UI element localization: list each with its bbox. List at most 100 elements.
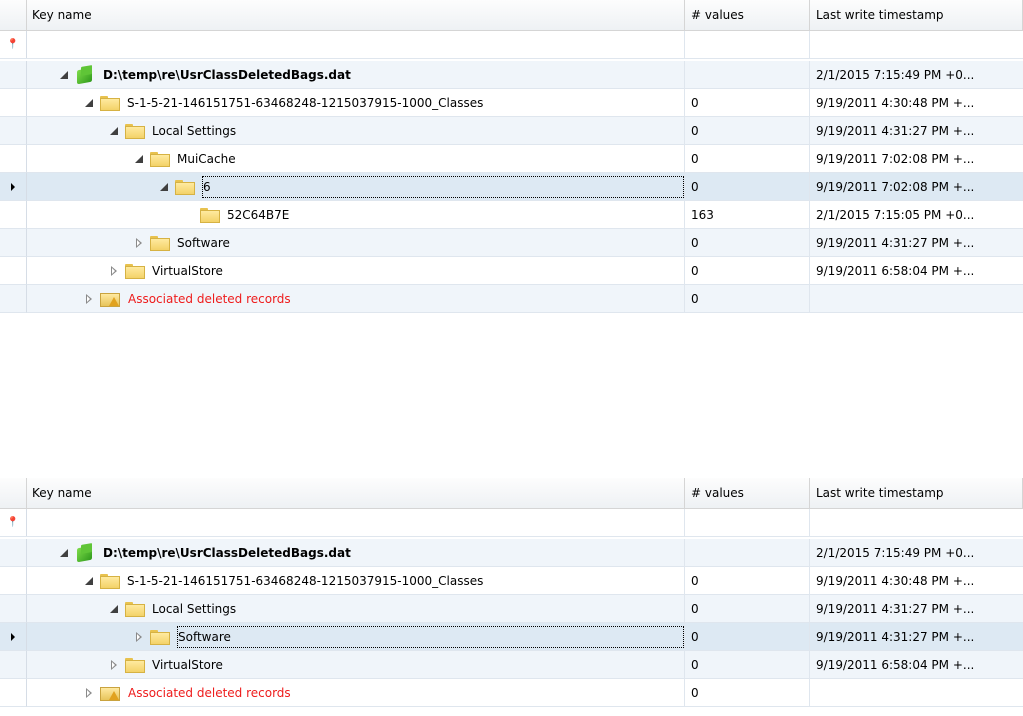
values-count-cell[interactable]: 0 (685, 89, 810, 117)
key-name-cell[interactable]: VirtualStore (27, 651, 685, 679)
values-count-cell[interactable]: 0 (685, 117, 810, 145)
row-indicator[interactable] (0, 595, 27, 623)
values-count-cell[interactable]: 0 (685, 145, 810, 173)
column-header-values[interactable]: # values (685, 478, 810, 508)
row-indicator[interactable] (0, 145, 27, 173)
tree-row[interactable]: Software 0 9/19/2011 4:31:27 PM +... (0, 229, 1023, 257)
values-count-cell[interactable]: 0 (685, 679, 810, 707)
values-count-cell[interactable] (685, 61, 810, 89)
filter-cell-values[interactable] (685, 509, 810, 536)
timestamp-cell[interactable]: 9/19/2011 4:31:27 PM +... (810, 229, 1023, 257)
tree-row[interactable]: VirtualStore 0 9/19/2011 6:58:04 PM +... (0, 651, 1023, 679)
row-indicator[interactable] (0, 117, 27, 145)
column-header-key-name[interactable]: Key name (27, 0, 685, 30)
column-header-timestamp[interactable]: Last write timestamp (810, 0, 1023, 30)
timestamp-cell[interactable]: 9/19/2011 7:02:08 PM +... (810, 145, 1023, 173)
timestamp-cell[interactable] (810, 679, 1023, 707)
row-indicator[interactable] (0, 173, 27, 201)
key-name-cell[interactable]: S-1-5-21-146151751-63468248-1215037915-1… (27, 89, 685, 117)
timestamp-cell[interactable]: 2/1/2015 7:15:49 PM +0... (810, 61, 1023, 89)
expanded-arrow-icon[interactable] (84, 98, 94, 108)
filter-cell-key-name[interactable] (27, 509, 685, 536)
key-name-cell[interactable]: 6 (27, 173, 685, 201)
collapsed-arrow-icon[interactable] (109, 659, 119, 670)
row-indicator[interactable] (0, 89, 27, 117)
filter-cell-timestamp[interactable] (810, 31, 1023, 58)
filter-cell-values[interactable] (685, 31, 810, 58)
collapsed-arrow-icon[interactable] (134, 631, 144, 642)
row-indicator[interactable] (0, 257, 27, 285)
column-header-values[interactable]: # values (685, 0, 810, 30)
expanded-arrow-icon[interactable] (84, 576, 94, 586)
expanded-arrow-icon[interactable] (134, 154, 144, 164)
timestamp-cell[interactable]: 2/1/2015 7:15:49 PM +0... (810, 539, 1023, 567)
tree-row[interactable]: Local Settings 0 9/19/2011 4:31:27 PM +... (0, 117, 1023, 145)
tree-row[interactable]: D:\temp\re\UsrClassDeletedBags.dat 2/1/20… (0, 61, 1023, 89)
timestamp-cell[interactable]: 9/19/2011 4:30:48 PM +... (810, 89, 1023, 117)
values-count-cell[interactable]: 0 (685, 285, 810, 313)
row-indicator[interactable] (0, 679, 27, 707)
key-name-cell[interactable]: VirtualStore (27, 257, 685, 285)
column-header-key-name[interactable]: Key name (27, 478, 685, 508)
timestamp-cell[interactable]: 2/1/2015 7:15:05 PM +0... (810, 201, 1023, 229)
tree-row[interactable]: S-1-5-21-146151751-63468248-1215037915-1… (0, 567, 1023, 595)
values-count-cell[interactable]: 0 (685, 229, 810, 257)
timestamp-cell[interactable]: 9/19/2011 4:31:27 PM +... (810, 623, 1023, 651)
tree-row[interactable]: MuiCache 0 9/19/2011 7:02:08 PM +... (0, 145, 1023, 173)
row-indicator[interactable] (0, 229, 27, 257)
key-name-cell[interactable]: Local Settings (27, 117, 685, 145)
tree-row[interactable]: Software 0 9/19/2011 4:31:27 PM +... (0, 623, 1023, 651)
collapsed-arrow-icon[interactable] (84, 293, 94, 304)
filter-cell-timestamp[interactable] (810, 509, 1023, 536)
tree-row[interactable]: S-1-5-21-146151751-63468248-1215037915-1… (0, 89, 1023, 117)
tree-row[interactable]: 52C64B7E 163 2/1/2015 7:15:05 PM +0... (0, 201, 1023, 229)
tree-row[interactable]: 6 0 9/19/2011 7:02:08 PM +... (0, 173, 1023, 201)
values-count-cell[interactable]: 0 (685, 595, 810, 623)
tree-row[interactable]: Associated deleted records 0 (0, 285, 1023, 313)
row-indicator[interactable] (0, 567, 27, 595)
column-header-timestamp[interactable]: Last write timestamp (810, 478, 1023, 508)
tree-row[interactable]: VirtualStore 0 9/19/2011 6:58:04 PM +... (0, 257, 1023, 285)
row-indicator[interactable] (0, 623, 27, 651)
key-name-cell[interactable]: Software (27, 229, 685, 257)
timestamp-cell[interactable]: 9/19/2011 4:30:48 PM +... (810, 567, 1023, 595)
row-indicator[interactable] (0, 61, 27, 89)
expanded-arrow-icon[interactable] (109, 604, 119, 614)
expanded-arrow-icon[interactable] (59, 70, 69, 80)
tree-row[interactable]: Local Settings 0 9/19/2011 4:31:27 PM +... (0, 595, 1023, 623)
values-count-cell[interactable]: 0 (685, 623, 810, 651)
timestamp-cell[interactable]: 9/19/2011 7:02:08 PM +... (810, 173, 1023, 201)
values-count-cell[interactable]: 0 (685, 567, 810, 595)
key-name-cell[interactable]: D:\temp\re\UsrClassDeletedBags.dat (27, 61, 685, 89)
timestamp-cell[interactable]: 9/19/2011 6:58:04 PM +... (810, 651, 1023, 679)
timestamp-cell[interactable]: 9/19/2011 4:31:27 PM +... (810, 595, 1023, 623)
key-name-cell[interactable]: D:\temp\re\UsrClassDeletedBags.dat (27, 539, 685, 567)
expanded-arrow-icon[interactable] (109, 126, 119, 136)
timestamp-cell[interactable] (810, 285, 1023, 313)
filter-cell-key-name[interactable] (27, 31, 685, 58)
values-count-cell[interactable]: 163 (685, 201, 810, 229)
key-name-cell[interactable]: S-1-5-21-146151751-63468248-1215037915-1… (27, 567, 685, 595)
values-count-cell[interactable]: 0 (685, 257, 810, 285)
key-name-cell[interactable]: Local Settings (27, 595, 685, 623)
row-indicator[interactable] (0, 201, 27, 229)
key-name-cell[interactable]: MuiCache (27, 145, 685, 173)
values-count-cell[interactable] (685, 539, 810, 567)
key-name-cell[interactable]: Software (27, 623, 685, 651)
values-count-cell[interactable]: 0 (685, 651, 810, 679)
timestamp-cell[interactable]: 9/19/2011 4:31:27 PM +... (810, 117, 1023, 145)
key-name-cell[interactable]: Associated deleted records (27, 285, 685, 313)
collapsed-arrow-icon[interactable] (109, 265, 119, 276)
row-indicator[interactable] (0, 651, 27, 679)
collapsed-arrow-icon[interactable] (134, 237, 144, 248)
timestamp-cell[interactable]: 9/19/2011 6:58:04 PM +... (810, 257, 1023, 285)
values-count-cell[interactable]: 0 (685, 173, 810, 201)
row-indicator[interactable] (0, 285, 27, 313)
row-indicator[interactable] (0, 539, 27, 567)
key-name-cell[interactable]: Associated deleted records (27, 679, 685, 707)
key-name-cell[interactable]: 52C64B7E (27, 201, 685, 229)
tree-row[interactable]: Associated deleted records 0 (0, 679, 1023, 707)
expanded-arrow-icon[interactable] (159, 182, 169, 192)
collapsed-arrow-icon[interactable] (84, 687, 94, 698)
expanded-arrow-icon[interactable] (59, 548, 69, 558)
